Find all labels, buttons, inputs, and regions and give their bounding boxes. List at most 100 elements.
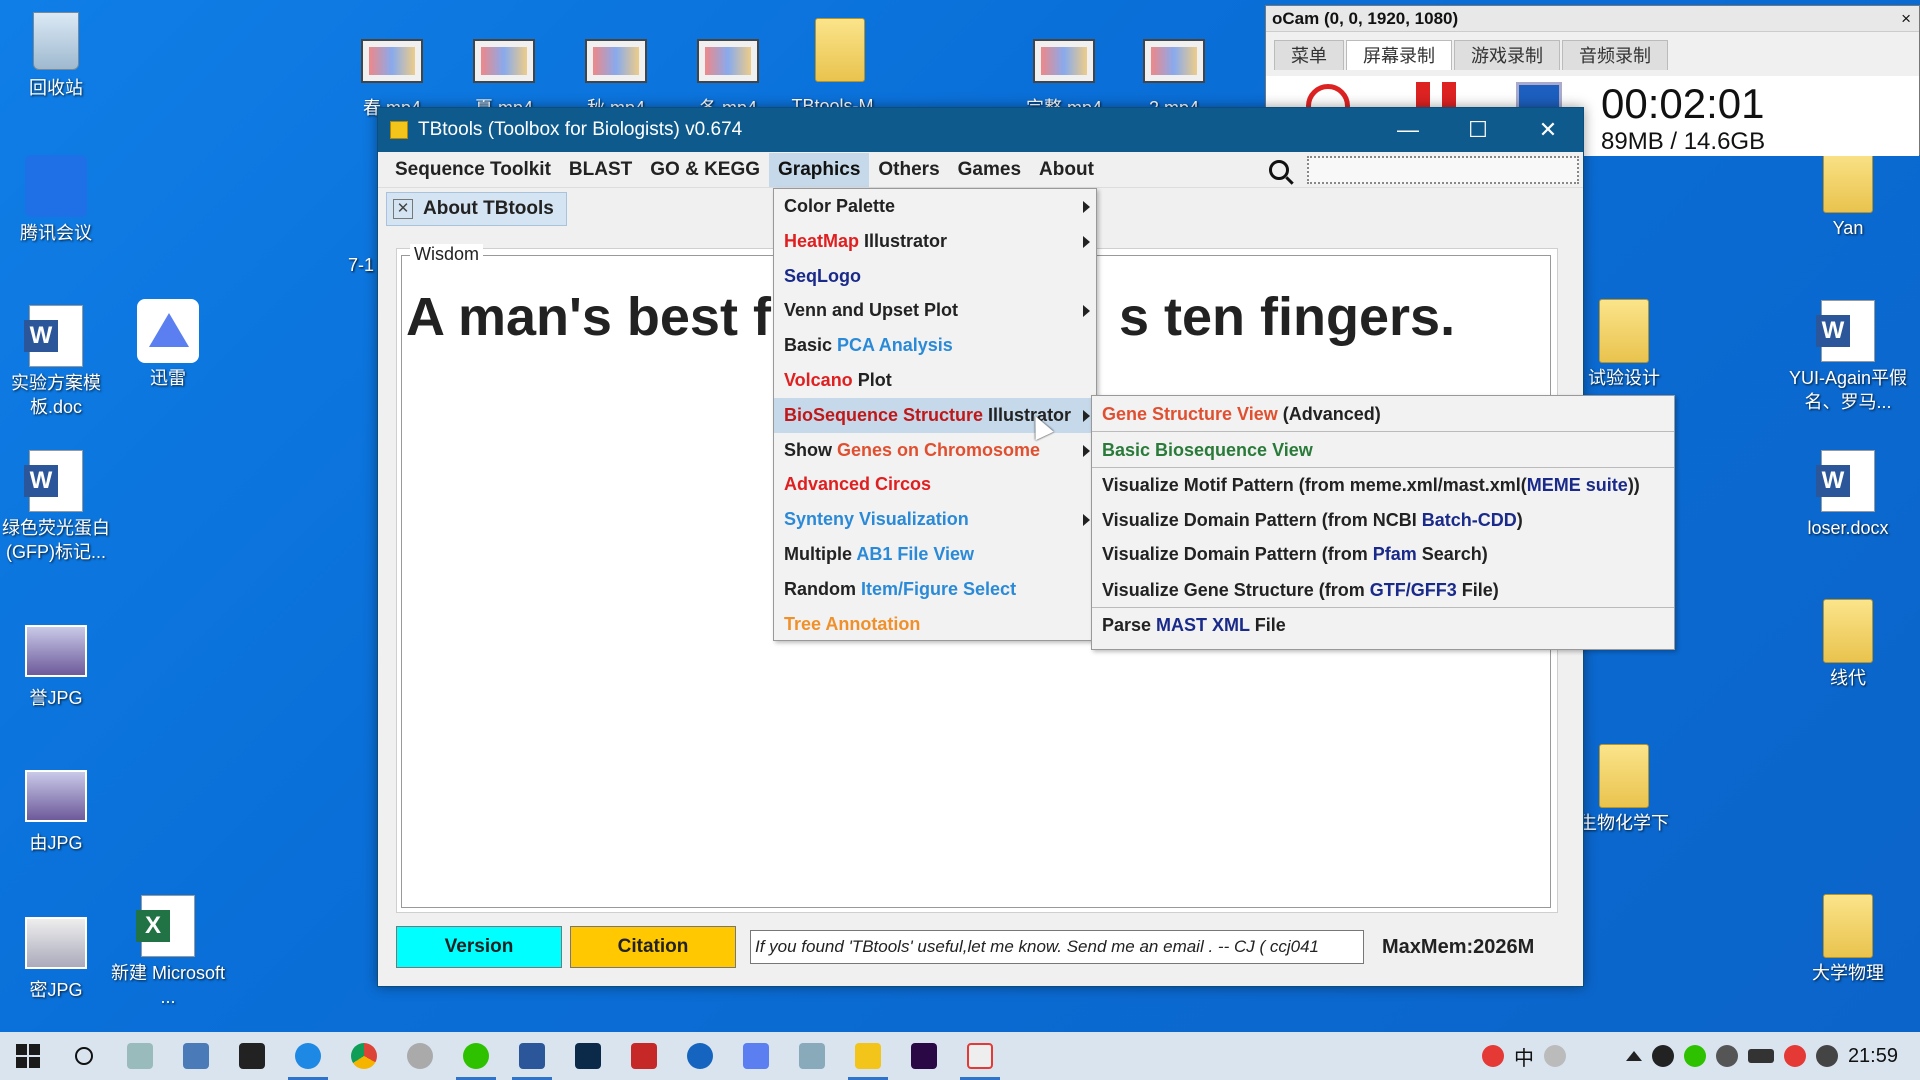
menu-blast[interactable]: BLAST: [560, 153, 641, 187]
graphics-menu-item[interactable]: Basic PCA Analysis: [774, 328, 1096, 363]
search-button[interactable]: [56, 1032, 112, 1080]
ime-indicator[interactable]: 中: [1514, 1042, 1534, 1071]
submenu-arrow-icon: [1083, 444, 1090, 457]
menu-sequence-toolkit[interactable]: Sequence Toolkit: [386, 153, 560, 187]
maximize-button[interactable]: ☐: [1443, 108, 1513, 152]
folder-shortcut[interactable]: TBtools-M...: [784, 10, 896, 118]
close-tab-icon[interactable]: ✕: [393, 199, 413, 219]
message-field[interactable]: If you found 'TBtools' useful,let me kno…: [750, 930, 1364, 964]
image-thumbnail-icon: [25, 625, 87, 677]
windows-logo-icon: [16, 1044, 40, 1068]
graphics-menu-item[interactable]: SeqLogo: [774, 259, 1096, 294]
image-file-shortcut[interactable]: 由JPG: [0, 765, 112, 855]
biosequence-submenu-item[interactable]: Basic Biosequence View: [1092, 432, 1674, 468]
wechat-tray-icon[interactable]: [1683, 1045, 1706, 1067]
folder-shortcut[interactable]: 生物化学下: [1568, 744, 1680, 835]
word-file-shortcut[interactable]: loser.docx: [1792, 450, 1904, 540]
tbtools-app-icon: [390, 121, 408, 139]
wifi-icon[interactable]: [1715, 1045, 1738, 1067]
image-file-shortcut[interactable]: 密JPG: [0, 912, 112, 1002]
menu-others[interactable]: Others: [869, 153, 948, 187]
ocam-tab-game-record[interactable]: 游戏录制: [1454, 40, 1560, 70]
folder-shortcut[interactable]: 大学物理: [1792, 894, 1904, 985]
graphics-menu-item[interactable]: Volcano Plot: [774, 363, 1096, 398]
wisdom-quote-right: s ten fingers.: [1119, 287, 1456, 347]
gfp-doc-shortcut[interactable]: 绿色荧光蛋白(GFP)标记...: [0, 450, 112, 564]
excel-file-shortcut[interactable]: 新建 Microsoft ...: [111, 895, 225, 1009]
graphics-menu-item[interactable]: Tree Annotation: [774, 607, 1096, 642]
xunlei-shortcut[interactable]: 迅雷: [112, 299, 224, 390]
taskbar-app-ocam[interactable]: [952, 1032, 1008, 1080]
biosequence-submenu-item[interactable]: Visualize Gene Structure (from GTF/GFF3 …: [1092, 572, 1674, 608]
citation-button[interactable]: Citation: [570, 926, 736, 968]
volume-icon[interactable]: [1815, 1045, 1838, 1067]
folder-icon: [1823, 149, 1873, 213]
recycle-bin-shortcut[interactable]: 回收站: [0, 10, 112, 100]
taskbar-app-photoshop[interactable]: [560, 1032, 616, 1080]
graphics-menu-item[interactable]: Color Palette: [774, 189, 1096, 224]
close-button[interactable]: ✕: [1513, 108, 1583, 152]
taskbar-app[interactable]: [112, 1032, 168, 1080]
icon-label: YUI-Again平假名、罗马...: [1788, 368, 1908, 412]
version-button[interactable]: Version: [396, 926, 562, 968]
partial-icon-label[interactable]: 7-1: [348, 255, 374, 276]
close-icon[interactable]: ×: [1901, 6, 1911, 32]
taskbar-app[interactable]: [616, 1032, 672, 1080]
graphics-menu-item[interactable]: Random Item/Figure Select: [774, 572, 1096, 607]
doc-file-shortcut[interactable]: 实验方案模板.doc: [0, 305, 112, 419]
biosequence-submenu-item-text: GTF/GFF3: [1369, 579, 1457, 600]
taskbar-app-edge[interactable]: [280, 1032, 336, 1080]
taskbar-app[interactable]: [224, 1032, 280, 1080]
taskbar-app[interactable]: [784, 1032, 840, 1080]
graphics-menu-item[interactable]: HeatMap Illustrator: [774, 224, 1096, 259]
ocam-tab-menu[interactable]: 菜单: [1274, 40, 1344, 70]
netease-music-icon[interactable]: [1783, 1045, 1806, 1067]
tencent-meeting-shortcut[interactable]: 腾讯会议: [0, 155, 112, 245]
taskbar-app[interactable]: [168, 1032, 224, 1080]
ocam-tab-screen-record[interactable]: 屏幕录制: [1346, 40, 1452, 70]
taskbar-app-premiere[interactable]: [896, 1032, 952, 1080]
chevron-up-icon[interactable]: [1625, 1051, 1642, 1061]
biosequence-submenu-item-text: File: [1249, 614, 1286, 635]
taskbar-app-word[interactable]: [504, 1032, 560, 1080]
folder-shortcut[interactable]: Yan: [1792, 149, 1904, 240]
menu-about[interactable]: About: [1030, 153, 1103, 187]
qq-icon[interactable]: [1651, 1045, 1674, 1067]
moon-icon[interactable]: [1543, 1045, 1566, 1067]
graphics-menu-item[interactable]: Synteny Visualization: [774, 502, 1096, 537]
graphics-menu-item[interactable]: Show Genes on Chromosome: [774, 433, 1096, 468]
folder-icon: [1599, 744, 1649, 808]
taskbar-app[interactable]: [672, 1032, 728, 1080]
biosequence-submenu-item[interactable]: Parse MAST XML File: [1092, 608, 1674, 643]
graphics-menu-item[interactable]: Venn and Upset Plot: [774, 293, 1096, 328]
graphics-menu-item-text: Item/Figure Select: [861, 578, 1017, 599]
biosequence-submenu-item[interactable]: Visualize Domain Pattern (from NCBI Batc…: [1092, 503, 1674, 538]
menu-games[interactable]: Games: [949, 153, 1030, 187]
folder-shortcut[interactable]: 线代: [1792, 599, 1904, 690]
biosequence-submenu-item[interactable]: Visualize Domain Pattern (from Pfam Sear…: [1092, 537, 1674, 572]
graphics-menu-item[interactable]: Multiple AB1 File View: [774, 537, 1096, 572]
search-icon[interactable]: [1269, 159, 1289, 180]
sogou-ime-icon[interactable]: [1481, 1045, 1504, 1067]
biosequence-submenu-item[interactable]: Visualize Motif Pattern (from meme.xml/m…: [1092, 468, 1674, 503]
minimize-button[interactable]: —: [1373, 108, 1443, 152]
biosequence-submenu-item[interactable]: Gene Structure View (Advanced): [1092, 396, 1674, 432]
folder-shortcut[interactable]: 试验设计: [1568, 299, 1680, 390]
taskbar-app-tbtools[interactable]: [840, 1032, 896, 1080]
tab-about-tbtools[interactable]: ✕ About TBtools: [386, 192, 567, 226]
taskbar-app-xunlei[interactable]: [728, 1032, 784, 1080]
graphics-menu-item[interactable]: Advanced Circos: [774, 467, 1096, 502]
menu-go-kegg[interactable]: GO & KEGG: [641, 153, 769, 187]
taskbar-app-wechat[interactable]: [448, 1032, 504, 1080]
wechat-icon: [463, 1043, 489, 1069]
ocam-tab-audio-record[interactable]: 音频录制: [1562, 40, 1668, 70]
search-input[interactable]: [1307, 155, 1579, 184]
image-file-shortcut[interactable]: 誉JPG: [0, 620, 112, 710]
taskbar-app-chrome[interactable]: [336, 1032, 392, 1080]
word-file-shortcut[interactable]: YUI-Again平假名、罗马...: [1789, 300, 1907, 414]
clock[interactable]: 21:59: [1848, 1045, 1898, 1068]
battery-icon[interactable]: [1747, 1049, 1774, 1063]
start-button[interactable]: [0, 1032, 56, 1080]
menu-graphics[interactable]: Graphics: [769, 152, 870, 187]
taskbar-app[interactable]: [392, 1032, 448, 1080]
